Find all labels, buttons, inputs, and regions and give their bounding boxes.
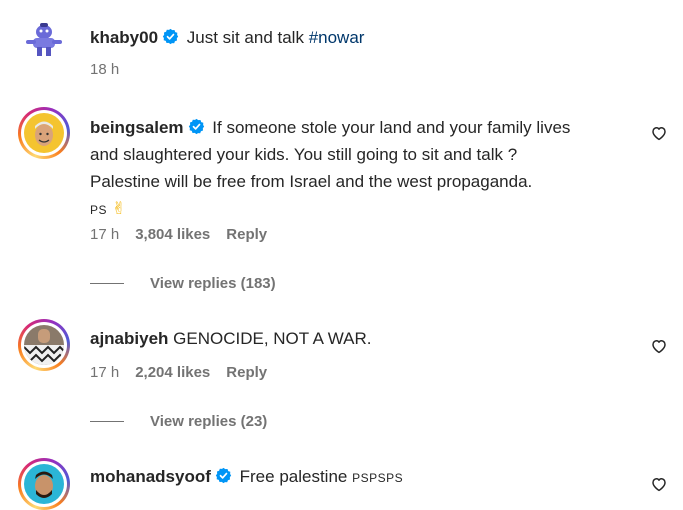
avatar-ajnabiyeh-image <box>24 325 64 365</box>
replies-divider <box>90 421 124 422</box>
comment-meta: 17 h 3,804 likes Reply <box>90 226 267 243</box>
timestamp[interactable]: 18 h <box>90 61 119 78</box>
replies-divider <box>90 283 124 284</box>
heart-icon[interactable] <box>650 337 668 355</box>
comment-text: Free palestine <box>239 467 348 486</box>
comment-text: Just sit and talk <box>186 28 304 47</box>
avatar[interactable] <box>18 107 70 159</box>
likes-count[interactable]: 3,804 likes <box>135 226 210 243</box>
verified-badge-icon <box>188 118 204 135</box>
heart-icon[interactable] <box>650 475 668 493</box>
username[interactable]: beingsalem <box>90 118 184 137</box>
timestamp[interactable]: 17 h <box>90 364 119 381</box>
comment-text: GENOCIDE, NOT A WAR. <box>173 329 372 348</box>
view-replies-button[interactable]: View replies (23) <box>90 413 267 430</box>
reply-button[interactable]: Reply <box>226 226 267 243</box>
comment-text-line-1: If someone stole your land and your fami… <box>212 118 571 137</box>
ps-text: PSPSPS <box>352 471 404 485</box>
heart-icon[interactable] <box>650 124 668 142</box>
verified-badge-icon <box>162 28 179 45</box>
verified-badge-icon <box>215 467 232 484</box>
avatar[interactable] <box>18 12 70 64</box>
avatar-mohanadsyoof-image <box>24 464 64 504</box>
avatar-beingsalem-image <box>24 113 64 153</box>
view-replies-button[interactable]: View replies (183) <box>90 275 276 292</box>
comment-body: khaby00 Just sit and talk #nowar <box>90 24 630 51</box>
comment-text-line-2: and slaughtered your kids. You still goi… <box>90 145 518 164</box>
comment-text-line-3: Palestine will be free from Israel and t… <box>90 172 533 191</box>
hashtag-link[interactable]: #nowar <box>309 28 365 47</box>
likes-count[interactable]: 2,204 likes <box>135 364 210 381</box>
comment-body: beingsalem If someone stole your land an… <box>90 114 630 224</box>
avatar[interactable] <box>18 458 70 510</box>
ps-text: PS <box>90 203 108 217</box>
view-replies-label: View replies (23) <box>150 413 268 430</box>
comment-meta: 18 h <box>90 61 119 78</box>
username[interactable]: mohanadsyoof <box>90 467 211 486</box>
username[interactable]: khaby00 <box>90 28 158 47</box>
avatar-khaby00-image <box>18 12 70 64</box>
victory-hand-emoji: ✌ <box>111 199 126 218</box>
comment-meta: 17 h 2,204 likes Reply <box>90 364 267 381</box>
comment-body: ajnabiyeh GENOCIDE, NOT A WAR. <box>90 325 630 352</box>
comment-body: mohanadsyoof Free palestine PSPSPS <box>90 463 630 492</box>
avatar[interactable] <box>18 319 70 371</box>
timestamp[interactable]: 17 h <box>90 226 119 243</box>
view-replies-label: View replies (183) <box>150 275 276 292</box>
reply-button[interactable]: Reply <box>226 364 267 381</box>
username[interactable]: ajnabiyeh <box>90 329 168 348</box>
